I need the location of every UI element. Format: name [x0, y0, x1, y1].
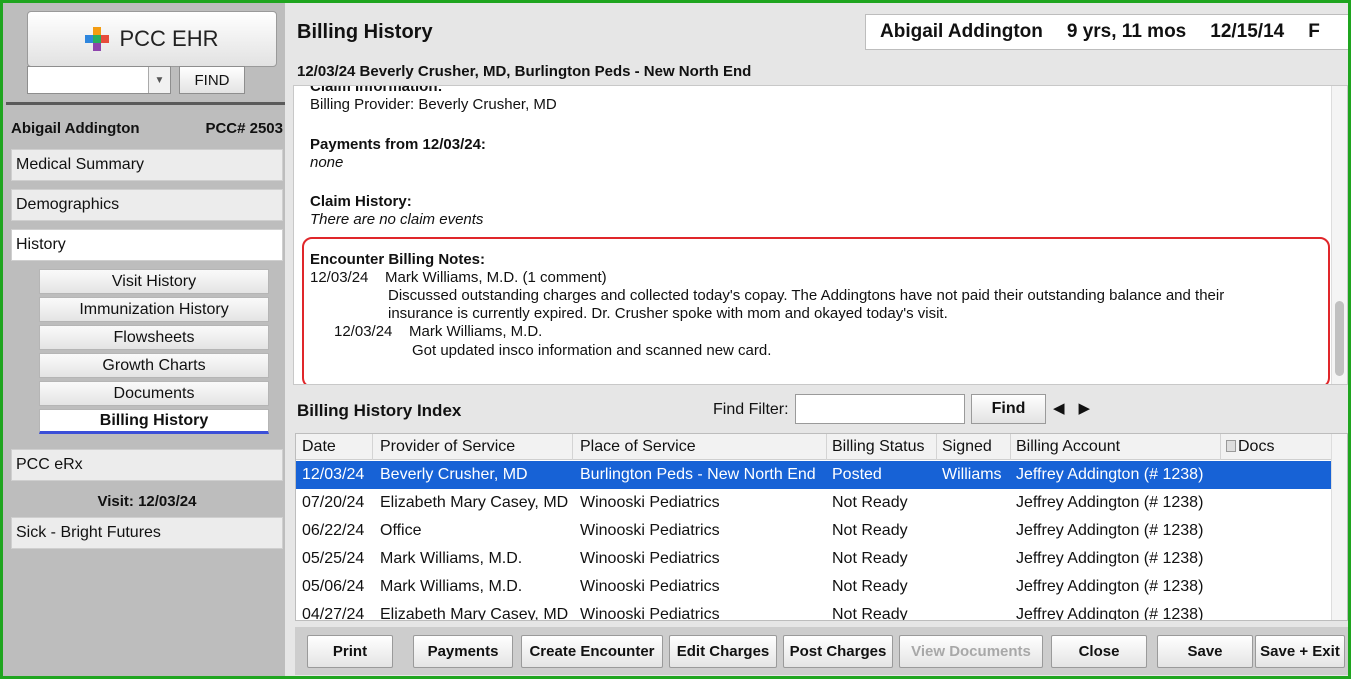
sidebar-subitem-documents[interactable]: Documents — [39, 381, 269, 406]
table-row[interactable]: 05/06/24 Mark Williams, M.D. Winooski Pe… — [296, 573, 1333, 601]
sidebar-item-demographics[interactable]: Demographics — [11, 189, 283, 221]
banner-dob: 12/15/14 — [1210, 21, 1285, 42]
close-button[interactable]: Close — [1051, 635, 1147, 668]
patient-header: Abigail Addington PCC# 2503 — [11, 120, 283, 137]
table-row[interactable]: 07/20/24 Elizabeth Mary Casey, MD Winoos… — [296, 489, 1333, 517]
note-2-date: 12/03/24 — [334, 323, 393, 340]
brand-name: PCC EHR — [119, 26, 219, 51]
action-bar: Print Payments Create Encounter Edit Cha… — [295, 627, 1348, 675]
billing-provider: Billing Provider: Beverly Crusher, MD — [310, 96, 557, 113]
sidebar-subitem-immunization-history[interactable]: Immunization History — [39, 297, 269, 322]
view-documents-button[interactable]: View Documents — [899, 635, 1043, 668]
table-row[interactable]: 12/03/24 Beverly Crusher, MD Burlington … — [296, 461, 1333, 489]
pcc-logo-icon — [85, 27, 110, 51]
note-1-text-line-1: Discussed outstanding charges and collec… — [388, 287, 1225, 304]
document-icon — [1226, 440, 1236, 452]
table-scrollbar[interactable] — [1331, 434, 1347, 620]
sidebar-item-medical-summary[interactable]: Medical Summary — [11, 149, 283, 181]
print-button[interactable]: Print — [307, 635, 393, 668]
claim-history-value: There are no claim events — [310, 211, 484, 228]
find-filter-label: Find Filter: — [713, 401, 789, 418]
sidebar-subitem-visit-history[interactable]: Visit History — [39, 269, 269, 294]
sidebar-divider — [6, 102, 285, 105]
post-charges-button[interactable]: Post Charges — [783, 635, 893, 668]
sidebar: PCC EHR ▼ FIND Abigail Addington PCC# 25… — [3, 3, 285, 676]
table-row[interactable]: 06/22/24 Office Winooski Pediatrics Not … — [296, 517, 1333, 545]
save-button[interactable]: Save — [1157, 635, 1253, 668]
app-window: PCC EHR ▼ FIND Abigail Addington PCC# 25… — [3, 3, 1348, 676]
index-pager: ◀▶ — [1053, 399, 1104, 417]
note-1-author: Mark Williams, M.D. (1 comment) — [385, 269, 607, 286]
column-header-billing-status[interactable]: Billing Status — [832, 438, 925, 456]
payments-button[interactable]: Payments — [413, 635, 513, 668]
note-1-date: 12/03/24 — [310, 269, 369, 286]
billing-history-table[interactable]: Date Provider of Service Place of Servic… — [295, 433, 1348, 621]
column-header-billing-account[interactable]: Billing Account — [1016, 438, 1120, 456]
main-panel: Billing History Abigail Addington 9 yrs,… — [285, 3, 1348, 676]
sidebar-subitem-growth-charts[interactable]: Growth Charts — [39, 353, 269, 378]
create-encounter-button[interactable]: Create Encounter — [521, 635, 663, 668]
payments-value: none — [310, 154, 344, 171]
notes-heading: Encounter Billing Notes: — [310, 251, 486, 268]
find-filter-input[interactable] — [795, 394, 965, 424]
table-row[interactable]: 04/27/24 Elizabeth Mary Casey, MD Winoos… — [296, 601, 1333, 620]
patient-name: Abigail Addington — [11, 120, 140, 137]
column-header-docs[interactable]: Docs — [1226, 438, 1274, 456]
patient-search-input[interactable]: ▼ — [27, 66, 171, 94]
column-header-place[interactable]: Place of Service — [580, 438, 696, 456]
sidebar-subitem-billing-history[interactable]: Billing History — [39, 409, 269, 434]
note-1-text-line-2: insurance is currently expired. Dr. Crus… — [388, 305, 948, 322]
chevron-down-icon[interactable]: ▼ — [148, 67, 170, 93]
billing-detail-pane[interactable]: Claim Information: Billing Provider: Bev… — [293, 85, 1348, 385]
index-find-button[interactable]: Find — [971, 394, 1046, 424]
brand-button[interactable]: PCC EHR — [27, 11, 277, 67]
column-header-signed[interactable]: Signed — [942, 438, 992, 456]
page-title: Billing History — [297, 21, 433, 43]
sidebar-subitem-flowsheets[interactable]: Flowsheets — [39, 325, 269, 350]
index-title: Billing History Index — [297, 401, 462, 420]
table-header: Date Provider of Service Place of Servic… — [296, 434, 1333, 460]
column-header-provider[interactable]: Provider of Service — [380, 438, 515, 456]
save-exit-button[interactable]: Save + Exit — [1255, 635, 1345, 668]
patient-search: ▼ FIND — [27, 66, 277, 96]
patient-banner: Abigail Addington 9 yrs, 11 mos 12/15/14… — [865, 14, 1348, 50]
encounter-subtitle: 12/03/24 Beverly Crusher, MD, Burlington… — [297, 63, 752, 80]
column-header-date[interactable]: Date — [302, 438, 336, 456]
banner-name: Abigail Addington — [880, 21, 1043, 42]
next-arrow-icon[interactable]: ▶ — [1079, 400, 1105, 417]
sidebar-item-visit-type[interactable]: Sick - Bright Futures — [11, 517, 283, 549]
patient-pcc-number: PCC# 2503 — [205, 120, 283, 137]
visit-label: Visit: 12/03/24 — [97, 493, 197, 510]
table-row[interactable]: 05/25/24 Mark Williams, M.D. Winooski Pe… — [296, 545, 1333, 573]
edit-charges-button[interactable]: Edit Charges — [669, 635, 777, 668]
note-2-text-line-1: Got updated insco information and scanne… — [412, 342, 772, 359]
detail-scrollbar[interactable] — [1331, 86, 1347, 384]
previous-arrow-icon[interactable]: ◀ — [1053, 400, 1079, 417]
detail-scrollbar-thumb[interactable] — [1335, 301, 1344, 376]
banner-age: 9 yrs, 11 mos — [1066, 21, 1187, 42]
claim-history-heading: Claim History: — [310, 193, 412, 210]
claim-info-heading: Claim Information: — [310, 85, 443, 95]
sidebar-item-history[interactable]: History — [11, 229, 283, 261]
sidebar-item-erx[interactable]: PCC eRx — [11, 449, 283, 481]
find-button[interactable]: FIND — [179, 66, 245, 94]
payments-heading: Payments from 12/03/24: — [310, 136, 486, 153]
note-2-author: Mark Williams, M.D. — [409, 323, 543, 340]
banner-sex: F — [1308, 21, 1320, 42]
